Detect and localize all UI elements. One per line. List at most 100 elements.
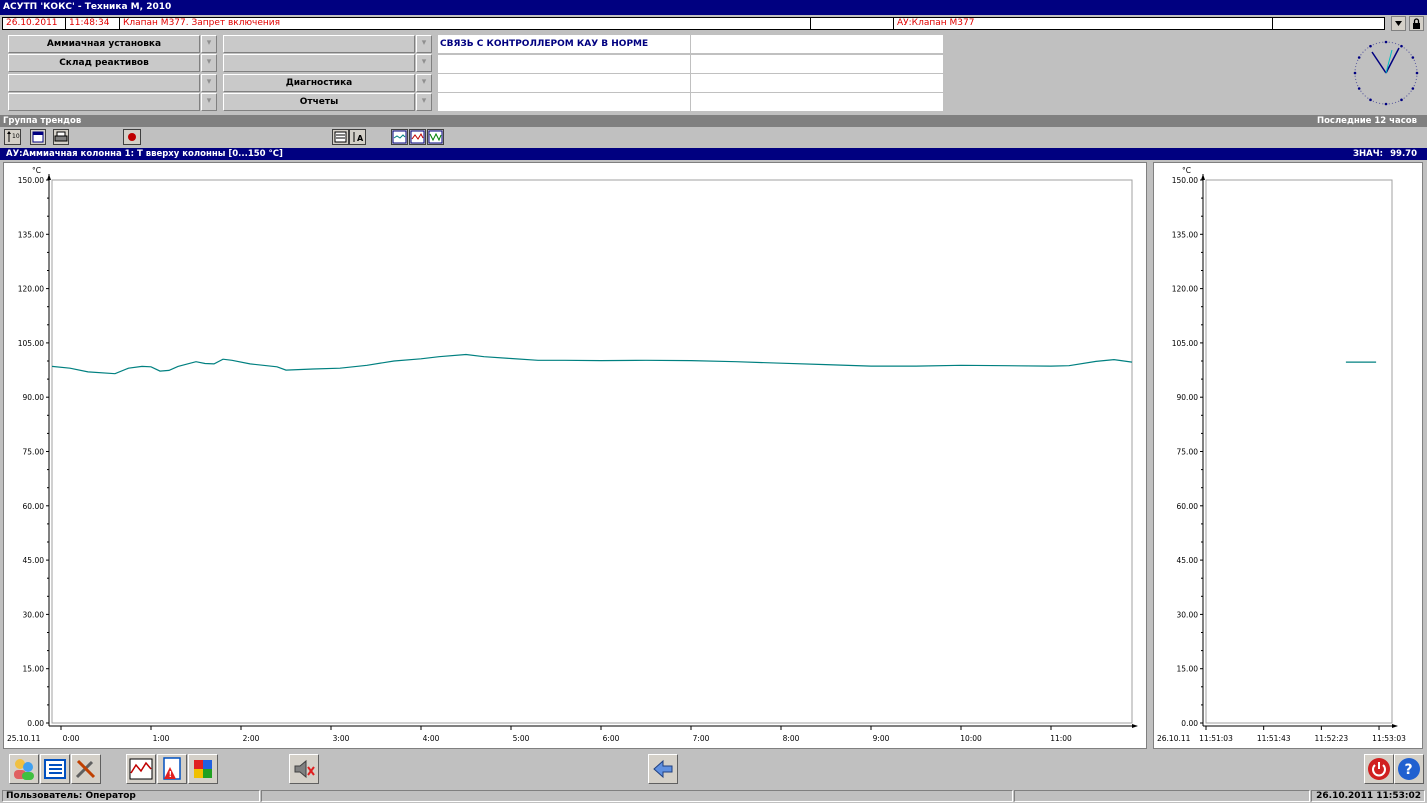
clock-mark [1388,41,1390,43]
power-icon [1368,758,1390,780]
alarms-button[interactable]: ! [157,754,187,784]
record-button[interactable] [123,129,141,145]
power-button[interactable] [1364,754,1394,784]
x-date-label: 26.10.11 [1157,734,1191,743]
y-tick-label: 75.00 [1177,448,1199,457]
trend-value: 99.70 [1390,149,1417,159]
alarm-empty[interactable] [810,17,894,30]
scale-button[interactable]: 100 [4,129,24,145]
trends-button[interactable] [126,754,156,784]
print-button[interactable] [53,129,69,145]
autoscale-button[interactable]: A [349,129,366,145]
nav-button-ammonia[interactable]: Аммиачная установка [8,35,200,53]
lock-icon [1413,18,1420,29]
message-line-1: СВЯЗЬ С КОНТРОЛЛЕРОМ КАУ В НОРМЕ [438,35,690,53]
nav-button-reagents[interactable]: Склад реактивов [8,54,200,72]
help-button[interactable]: ? [1394,754,1424,784]
clock-mark [1357,56,1361,59]
y-tick-label: 0.00 [1181,719,1198,728]
nav-arrow-reports[interactable]: ▾ [416,93,432,111]
window-button[interactable] [30,129,46,145]
y-tick-label: 120.00 [1172,285,1198,294]
y-tick-label: 90.00 [23,393,45,402]
nav-button-empty-2[interactable] [8,93,200,111]
clock-mark [1360,90,1362,92]
trend-period: Последние 12 часов [1316,116,1417,126]
users-button[interactable] [9,754,39,784]
alarm-message[interactable]: Клапан М377. Запрет включения [119,17,811,30]
x-axis-arrow [1132,724,1138,728]
y-tick-label: 90.00 [1177,393,1199,402]
clock-mark [1413,85,1415,87]
window-icon [32,131,44,143]
nav-button-reports[interactable]: Отчеты [223,93,415,111]
y-tick-label: 105.00 [1172,339,1198,348]
clock-mark [1355,78,1357,81]
status-bar: Пользователь: Оператор 26.10.2011 11:53:… [0,789,1427,803]
main-trend-panel: °C 150.00 135.00 120.00 105.00 90.00 75.00 60.0… [3,162,1147,749]
autoscale-icon: A [353,132,364,143]
clock-mark [1398,100,1400,102]
message-line-2b [691,55,943,73]
list-icon [44,759,66,779]
nav-arrow-empty-4[interactable]: ▾ [416,54,432,72]
mute-button[interactable] [289,754,319,784]
nav-arrow-empty-1[interactable]: ▾ [201,74,217,92]
clock-icon [1353,40,1419,106]
nav-button-empty-1[interactable] [8,74,200,92]
record-icon [128,133,136,141]
main-trend-chart[interactable]: °C150.00 135.00 120.00 105.00 90.00 75.00 60.0… [4,163,1146,748]
status-user: Пользователь: Оператор [2,790,260,802]
trend-value-label: ЗНАЧ: [1353,149,1383,159]
alarm-source[interactable]: АУ:Клапан М377 [893,17,1273,30]
clock-mark [1415,65,1417,68]
trend-group-bar: Группа трендов Последние 12 часов [0,115,1427,127]
back-button[interactable] [648,754,678,784]
scale-icon: 100 [7,131,24,142]
clock-mark [1367,47,1369,49]
clock-mark [1355,62,1358,65]
nav-button-empty-4[interactable] [223,54,415,72]
nav-arrow-reagents[interactable]: ▾ [201,54,217,72]
trend-tag-bar: АУ:Аммиачная колонна 1: T вверху колонны… [0,148,1427,160]
window-title: АСУТП 'КОКС' - Техника М, 2010 [0,0,1427,15]
clock-mark [1354,69,1356,71]
clock-mark [1382,103,1384,105]
x-tick-label: 11:51:43 [1257,734,1291,743]
recent-trend-chart[interactable]: °C150.00 135.00 120.00 105.00 90.00 75.00 60.0… [1154,163,1422,748]
nav-button-diagnostics[interactable]: Диагностика [223,74,415,92]
x-tick-label: 10:00 [960,734,982,743]
nav-button-empty-3[interactable] [223,35,415,53]
alarm-lock-button[interactable] [1409,16,1424,31]
trend-view-2-button[interactable] [409,129,426,145]
clock-mark [1411,87,1415,90]
y-tick-label: 105.00 [18,339,44,348]
alarm-date[interactable]: 26.10.2011 [2,17,66,30]
clock-mark [1384,40,1388,44]
tools-button[interactable] [71,754,101,784]
nav-arrow-ammonia[interactable]: ▾ [201,35,217,53]
nav-arrow-empty-3[interactable]: ▾ [416,35,432,53]
reports-button[interactable] [188,754,218,784]
trend-group-title: Группа трендов [3,116,82,126]
y-tick-label: 150.00 [18,176,44,185]
nav-arrow-empty-2[interactable]: ▾ [201,93,217,111]
x-tick-label: 0:00 [63,734,80,743]
trend-view-3-button[interactable] [427,129,444,145]
status-user-label: Пользователь: [6,791,83,801]
trend-view-1-button[interactable] [391,129,408,145]
alarm-dropdown-button[interactable] [1391,16,1406,31]
alarm-time[interactable]: 11:48:34 [65,17,120,30]
clock-mark [1400,44,1403,48]
alarm-extra[interactable] [1272,17,1385,30]
clock-mark [1357,59,1359,61]
printer-icon [54,131,68,142]
nav-arrow-diagnostics[interactable]: ▾ [416,74,432,92]
clock-mark [1391,42,1394,44]
x-tick-label: 9:00 [873,734,890,743]
x-tick-label: 2:00 [243,734,260,743]
y-tick-label: 60.00 [1177,502,1199,511]
clock-mark [1353,71,1357,75]
list-button[interactable] [40,754,70,784]
list-view-button[interactable] [332,129,349,145]
